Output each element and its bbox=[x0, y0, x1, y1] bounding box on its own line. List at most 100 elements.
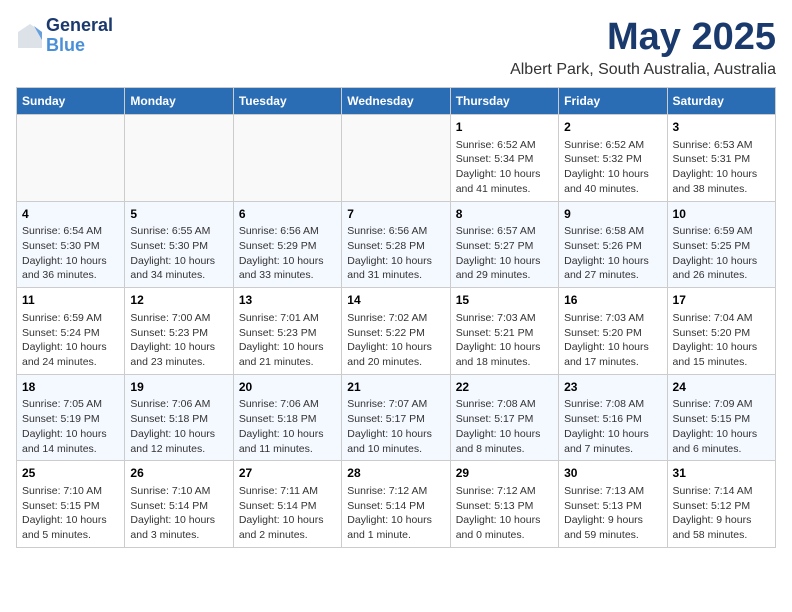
calendar-cell: 9Sunrise: 6:58 AM Sunset: 5:26 PM Daylig… bbox=[559, 201, 667, 288]
day-number: 27 bbox=[239, 465, 336, 482]
calendar-cell: 7Sunrise: 6:56 AM Sunset: 5:28 PM Daylig… bbox=[342, 201, 450, 288]
day-number: 19 bbox=[130, 379, 227, 396]
day-number: 5 bbox=[130, 206, 227, 223]
day-info: Sunrise: 7:09 AM Sunset: 5:15 PM Dayligh… bbox=[673, 397, 770, 456]
day-number: 3 bbox=[673, 119, 770, 136]
day-info: Sunrise: 6:56 AM Sunset: 5:28 PM Dayligh… bbox=[347, 224, 444, 283]
day-number: 1 bbox=[456, 119, 553, 136]
day-number: 29 bbox=[456, 465, 553, 482]
calendar-cell: 23Sunrise: 7:08 AM Sunset: 5:16 PM Dayli… bbox=[559, 374, 667, 461]
calendar-table: SundayMondayTuesdayWednesdayThursdayFrid… bbox=[16, 87, 776, 548]
column-header-monday: Monday bbox=[125, 88, 233, 115]
day-number: 6 bbox=[239, 206, 336, 223]
calendar-cell: 17 Sunrise: 7:04 AM Sunset: 5:20 PM Dayli… bbox=[667, 288, 775, 375]
calendar-cell: 25 Sunrise: 7:10 AM Sunset: 5:15 PM Dayli… bbox=[17, 461, 125, 548]
page-header: GeneralBlue May 2025 Albert Park, South … bbox=[16, 16, 776, 79]
calendar-cell: 31 Sunrise: 7:14 AM Sunset: 5:12 PM Dayli… bbox=[667, 461, 775, 548]
day-info: Sunrise: 7:02 AM Sunset: 5:22 PM Dayligh… bbox=[347, 311, 444, 370]
calendar-header-row: SundayMondayTuesdayWednesdayThursdayFrid… bbox=[17, 88, 776, 115]
calendar-cell: 19Sunrise: 7:06 AM Sunset: 5:18 PM Dayli… bbox=[125, 374, 233, 461]
calendar-cell: 5Sunrise: 6:55 AM Sunset: 5:30 PM Daylig… bbox=[125, 201, 233, 288]
column-header-wednesday: Wednesday bbox=[342, 88, 450, 115]
logo-icon bbox=[16, 22, 44, 50]
logo: GeneralBlue bbox=[16, 16, 113, 56]
calendar-cell: 4Sunrise: 6:54 AM Sunset: 5:30 PM Daylig… bbox=[17, 201, 125, 288]
day-info: Sunrise: 6:58 AM Sunset: 5:26 PM Dayligh… bbox=[564, 224, 661, 283]
day-number: 18 bbox=[22, 379, 119, 396]
day-info: Sunrise: 7:03 AM Sunset: 5:21 PM Dayligh… bbox=[456, 311, 553, 370]
day-info: Sunrise: 7:05 AM Sunset: 5:19 PM Dayligh… bbox=[22, 397, 119, 456]
day-number: 22 bbox=[456, 379, 553, 396]
day-info: Sunrise: 7:07 AM Sunset: 5:17 PM Dayligh… bbox=[347, 397, 444, 456]
calendar-cell: 8Sunrise: 6:57 AM Sunset: 5:27 PM Daylig… bbox=[450, 201, 558, 288]
day-info: Sunrise: 6:56 AM Sunset: 5:29 PM Dayligh… bbox=[239, 224, 336, 283]
calendar-cell: 29 Sunrise: 7:12 AM Sunset: 5:13 PM Dayli… bbox=[450, 461, 558, 548]
day-info: Sunrise: 6:52 AM Sunset: 5:32 PM Dayligh… bbox=[564, 138, 661, 197]
day-number: 30 bbox=[564, 465, 661, 482]
day-info: Sunrise: 7:08 AM Sunset: 5:17 PM Dayligh… bbox=[456, 397, 553, 456]
logo-text: GeneralBlue bbox=[46, 16, 113, 56]
calendar-cell: 18Sunrise: 7:05 AM Sunset: 5:19 PM Dayli… bbox=[17, 374, 125, 461]
day-number: 13 bbox=[239, 292, 336, 309]
day-number: 15 bbox=[456, 292, 553, 309]
day-info: Sunrise: 6:52 AM Sunset: 5:34 PM Dayligh… bbox=[456, 138, 553, 197]
day-number: 7 bbox=[347, 206, 444, 223]
day-info: Sunrise: 7:12 AM Sunset: 5:14 PM Dayligh… bbox=[347, 484, 444, 543]
day-info: Sunrise: 7:00 AM Sunset: 5:23 PM Dayligh… bbox=[130, 311, 227, 370]
calendar-week-row: 4Sunrise: 6:54 AM Sunset: 5:30 PM Daylig… bbox=[17, 201, 776, 288]
day-info: Sunrise: 6:59 AM Sunset: 5:25 PM Dayligh… bbox=[673, 224, 770, 283]
day-info: Sunrise: 7:04 AM Sunset: 5:20 PM Dayligh… bbox=[673, 311, 770, 370]
calendar-cell: 11 Sunrise: 6:59 AM Sunset: 5:24 PM Dayli… bbox=[17, 288, 125, 375]
column-header-friday: Friday bbox=[559, 88, 667, 115]
calendar-cell bbox=[17, 115, 125, 202]
calendar-cell: 12 Sunrise: 7:00 AM Sunset: 5:23 PM Dayli… bbox=[125, 288, 233, 375]
day-info: Sunrise: 7:10 AM Sunset: 5:15 PM Dayligh… bbox=[22, 484, 119, 543]
calendar-week-row: 11 Sunrise: 6:59 AM Sunset: 5:24 PM Dayli… bbox=[17, 288, 776, 375]
day-number: 25 bbox=[22, 465, 119, 482]
day-info: Sunrise: 7:03 AM Sunset: 5:20 PM Dayligh… bbox=[564, 311, 661, 370]
day-info: Sunrise: 7:10 AM Sunset: 5:14 PM Dayligh… bbox=[130, 484, 227, 543]
day-info: Sunrise: 7:13 AM Sunset: 5:13 PM Dayligh… bbox=[564, 484, 661, 543]
day-number: 10 bbox=[673, 206, 770, 223]
day-info: Sunrise: 7:06 AM Sunset: 5:18 PM Dayligh… bbox=[239, 397, 336, 456]
day-number: 17 bbox=[673, 292, 770, 309]
day-number: 12 bbox=[130, 292, 227, 309]
calendar-cell: 24Sunrise: 7:09 AM Sunset: 5:15 PM Dayli… bbox=[667, 374, 775, 461]
day-number: 24 bbox=[673, 379, 770, 396]
calendar-cell: 20Sunrise: 7:06 AM Sunset: 5:18 PM Dayli… bbox=[233, 374, 341, 461]
day-info: Sunrise: 6:59 AM Sunset: 5:24 PM Dayligh… bbox=[22, 311, 119, 370]
day-info: Sunrise: 7:06 AM Sunset: 5:18 PM Dayligh… bbox=[130, 397, 227, 456]
location-subtitle: Albert Park, South Australia, Australia bbox=[510, 61, 776, 79]
calendar-cell bbox=[125, 115, 233, 202]
column-header-tuesday: Tuesday bbox=[233, 88, 341, 115]
calendar-cell: 10Sunrise: 6:59 AM Sunset: 5:25 PM Dayli… bbox=[667, 201, 775, 288]
calendar-cell: 22Sunrise: 7:08 AM Sunset: 5:17 PM Dayli… bbox=[450, 374, 558, 461]
day-number: 14 bbox=[347, 292, 444, 309]
day-number: 21 bbox=[347, 379, 444, 396]
column-header-saturday: Saturday bbox=[667, 88, 775, 115]
calendar-cell bbox=[342, 115, 450, 202]
day-number: 23 bbox=[564, 379, 661, 396]
calendar-cell: 2 Sunrise: 6:52 AM Sunset: 5:32 PM Daylig… bbox=[559, 115, 667, 202]
day-number: 2 bbox=[564, 119, 661, 136]
day-info: Sunrise: 7:14 AM Sunset: 5:12 PM Dayligh… bbox=[673, 484, 770, 543]
day-info: Sunrise: 6:54 AM Sunset: 5:30 PM Dayligh… bbox=[22, 224, 119, 283]
day-number: 31 bbox=[673, 465, 770, 482]
day-info: Sunrise: 6:57 AM Sunset: 5:27 PM Dayligh… bbox=[456, 224, 553, 283]
month-title: May 2025 bbox=[510, 16, 776, 59]
day-number: 9 bbox=[564, 206, 661, 223]
calendar-cell: 21Sunrise: 7:07 AM Sunset: 5:17 PM Dayli… bbox=[342, 374, 450, 461]
calendar-cell: 26Sunrise: 7:10 AM Sunset: 5:14 PM Dayli… bbox=[125, 461, 233, 548]
calendar-cell: 16Sunrise: 7:03 AM Sunset: 5:20 PM Dayli… bbox=[559, 288, 667, 375]
day-info: Sunrise: 6:53 AM Sunset: 5:31 PM Dayligh… bbox=[673, 138, 770, 197]
calendar-cell: 1 Sunrise: 6:52 AM Sunset: 5:34 PM Daylig… bbox=[450, 115, 558, 202]
column-header-sunday: Sunday bbox=[17, 88, 125, 115]
calendar-week-row: 18Sunrise: 7:05 AM Sunset: 5:19 PM Dayli… bbox=[17, 374, 776, 461]
day-number: 8 bbox=[456, 206, 553, 223]
day-info: Sunrise: 7:12 AM Sunset: 5:13 PM Dayligh… bbox=[456, 484, 553, 543]
day-number: 11 bbox=[22, 292, 119, 309]
title-area: May 2025 Albert Park, South Australia, A… bbox=[510, 16, 776, 79]
calendar-cell: 30 Sunrise: 7:13 AM Sunset: 5:13 PM Dayli… bbox=[559, 461, 667, 548]
calendar-cell: 13Sunrise: 7:01 AM Sunset: 5:23 PM Dayli… bbox=[233, 288, 341, 375]
calendar-week-row: 1 Sunrise: 6:52 AM Sunset: 5:34 PM Daylig… bbox=[17, 115, 776, 202]
